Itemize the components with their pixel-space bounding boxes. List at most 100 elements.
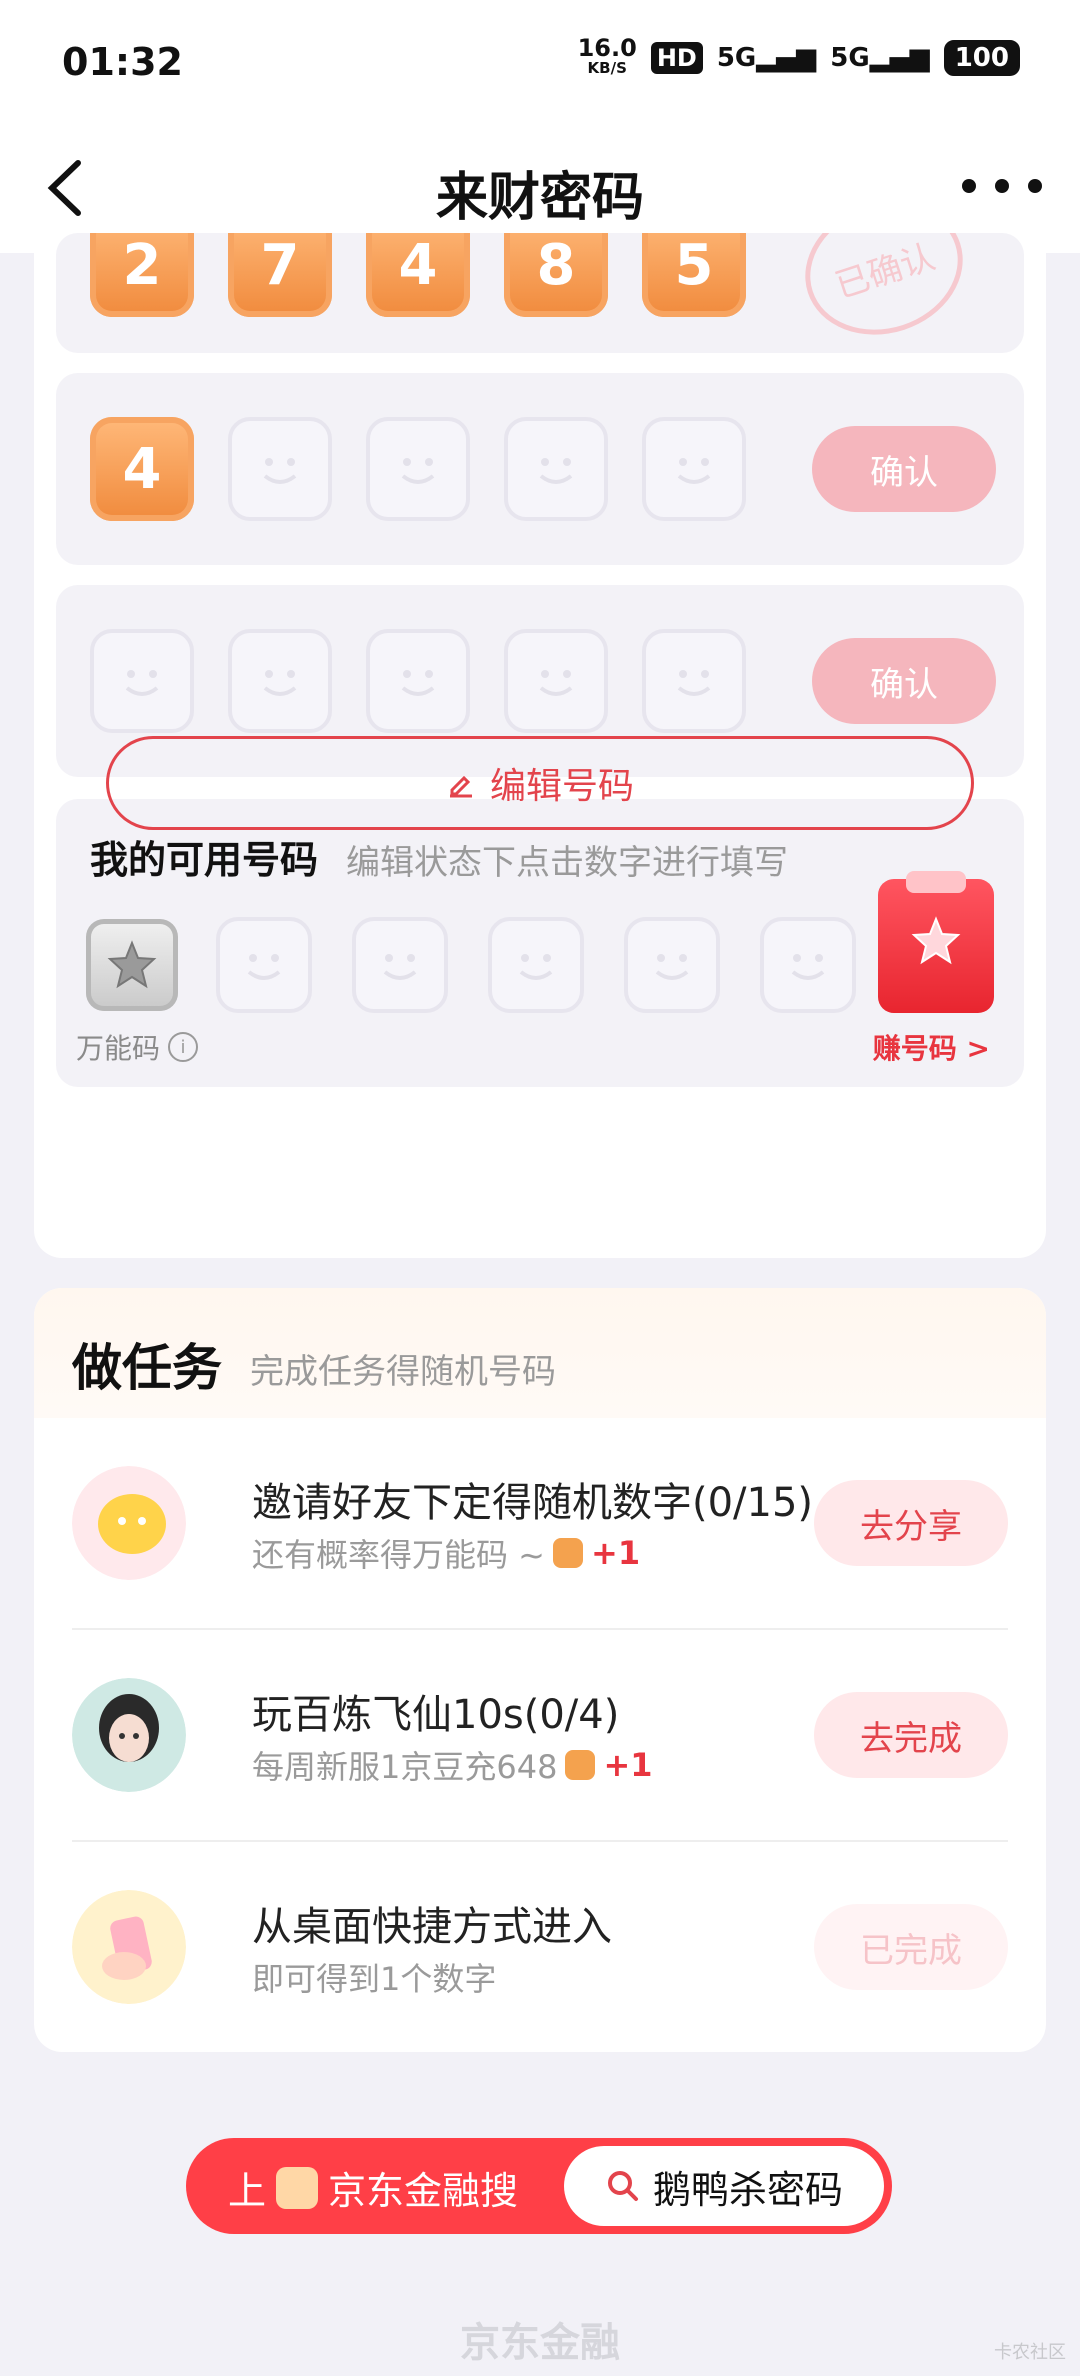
smile-face-icon [401,458,435,484]
smile-face-icon [383,954,417,980]
info-icon[interactable]: i [168,1032,199,1062]
empty-slot[interactable] [624,917,720,1013]
available-title: 我的可用号码 [90,838,319,882]
more-button[interactable] [962,161,1042,211]
banner-search-text: 鹅鸭杀密码 [652,2167,843,2212]
earn-code-link[interactable]: 赚号码 > [873,1027,990,1067]
task-name: 从桌面快捷方式进入 [252,1904,612,1950]
wildcard-tile[interactable] [86,919,178,1011]
empty-slot[interactable] [228,629,332,733]
wildcard-label-text: 万能码 [76,1032,161,1065]
more-dot-icon [995,179,1009,193]
banner-left: 上 京东金融搜 [228,2160,518,2215]
confirm-button[interactable]: 确认 [812,426,996,512]
signal-label-2: 5G [830,43,870,73]
share-button[interactable]: 去分享 [814,1480,1008,1566]
battery-icon: 100 [943,40,1020,76]
smile-face-icon [791,954,825,980]
available-hint: 编辑状态下点击数字进行填写 [346,843,788,883]
signal-icon-2: 5G▂▄▆ [830,43,930,73]
password-card: 2 7 4 8 5 已确认 4 确认 确认 我的可用号码 编辑状态下点击数字进行… [34,233,1046,1258]
smile-face-icon [263,670,297,696]
empty-slot[interactable] [504,417,608,521]
smile-face-icon [655,954,689,980]
pencil-icon [449,775,472,798]
smile-face-icon [263,458,297,484]
empty-slot[interactable] [352,917,448,1013]
empty-slot[interactable] [488,917,584,1013]
task-item: 玩百炼飞仙10s(0/4) 每周新服1京豆充648 +1 去完成 [72,1630,1008,1842]
phone-hand-icon [72,1890,186,2004]
coin-icon [565,1750,596,1780]
page-title: 来财密码 [435,168,644,228]
smile-face-icon [539,670,573,696]
digit-tile: 2 [90,233,194,317]
search-banner[interactable]: 上 京东金融搜 鹅鸭杀密码 [186,2138,892,2234]
completed-button: 已完成 [814,1904,1008,1990]
task-card: 做任务 完成任务得随机号码 邀请好友下定得随机数字(0/15) 还有概率得万能码… [34,1288,1046,2052]
star-icon [911,916,961,965]
signal-label-1: 5G [716,43,757,73]
task-desc-text: 即可得到1个数字 [252,1960,497,1998]
wildcard-label: 万能码 i [76,1027,199,1067]
edit-code-label: 编辑号码 [489,766,634,807]
smile-face-icon [677,458,711,484]
smile-face-icon [247,954,281,980]
smile-face-icon [401,670,435,696]
task-desc-text: 每周新服1京豆充648 [252,1748,558,1786]
smile-face-icon [539,458,573,484]
empty-slot[interactable] [228,417,332,521]
smile-face-icon [677,670,711,696]
task-item: 邀请好友下定得随机数字(0/15) 还有概率得万能码 ~ +1 去分享 [72,1418,1008,1630]
coin-icon [553,1538,583,1568]
star-icon [107,940,157,989]
task-name: 邀请好友下定得随机数字(0/15) [252,1480,814,1526]
empty-slot[interactable] [760,917,856,1013]
search-icon [607,2171,638,2201]
empty-slot[interactable] [366,629,470,733]
jd-finance-logo-icon [276,2166,319,2209]
task-item: 从桌面快捷方式进入 即可得到1个数字 已完成 [72,1842,1008,2052]
earn-code-card[interactable] [878,871,994,1013]
digit-tile: 5 [642,233,746,317]
code-row-2: 4 确认 [56,373,1024,565]
available-numbers-panel: 我的可用号码 编辑状态下点击数字进行填写 万能码 i 赚号码 > [56,799,1024,1087]
task-desc: 还有概率得万能码 ~ +1 [252,1530,640,1576]
status-time: 01:32 [62,40,183,84]
signal-icon-1: 5G▂▄▆ [716,43,817,73]
game-character-avatar [72,1678,186,1792]
empty-slot[interactable] [366,417,470,521]
banner-brand: 京东金融搜 [328,2169,519,2213]
confirm-button[interactable]: 确认 [812,638,996,724]
smile-face-icon [519,954,553,980]
empty-slot[interactable] [216,917,312,1013]
empty-slot[interactable] [642,417,746,521]
more-dot-icon [962,179,976,193]
complete-button[interactable]: 去完成 [814,1692,1008,1778]
empty-slot[interactable] [90,629,194,733]
code-row-1: 2 7 4 8 5 已确认 [56,233,1024,353]
edit-code-button[interactable]: 编辑号码 [106,736,974,830]
digit-tile: 4 [366,233,470,317]
empty-slot[interactable] [642,629,746,733]
reward-count: +1 [603,1746,653,1784]
digit-tile[interactable]: 4 [90,417,194,521]
watermark: 卡农社区 [994,2342,1066,2363]
hd-icon: HD [650,42,703,74]
banner-prefix: 上 [228,2169,267,2213]
digit-tile: 8 [504,233,608,317]
task-desc: 每周新服1京豆充648 +1 [252,1742,653,1788]
network-speed: 16.0 KB/S [578,36,637,78]
task-header: 做任务 完成任务得随机号码 [34,1288,1046,1418]
chat-bubble-icon [72,1466,186,1580]
task-name: 玩百炼飞仙10s(0/4) [252,1692,620,1738]
task-subtitle: 完成任务得随机号码 [250,1352,556,1392]
clip-decoration [906,871,966,893]
status-icons: 16.0 KB/S HD 5G▂▄▆ 5G▂▄▆ 100 [578,36,1020,78]
empty-slot[interactable] [504,629,608,733]
footer-logo: 京东金融 [460,2320,620,2366]
task-desc: 即可得到1个数字 [252,1954,496,2000]
digit-tile: 7 [228,233,332,317]
banner-search-pill[interactable]: 鹅鸭杀密码 [564,2146,884,2226]
confirmed-stamp: 已确认 [787,233,981,353]
